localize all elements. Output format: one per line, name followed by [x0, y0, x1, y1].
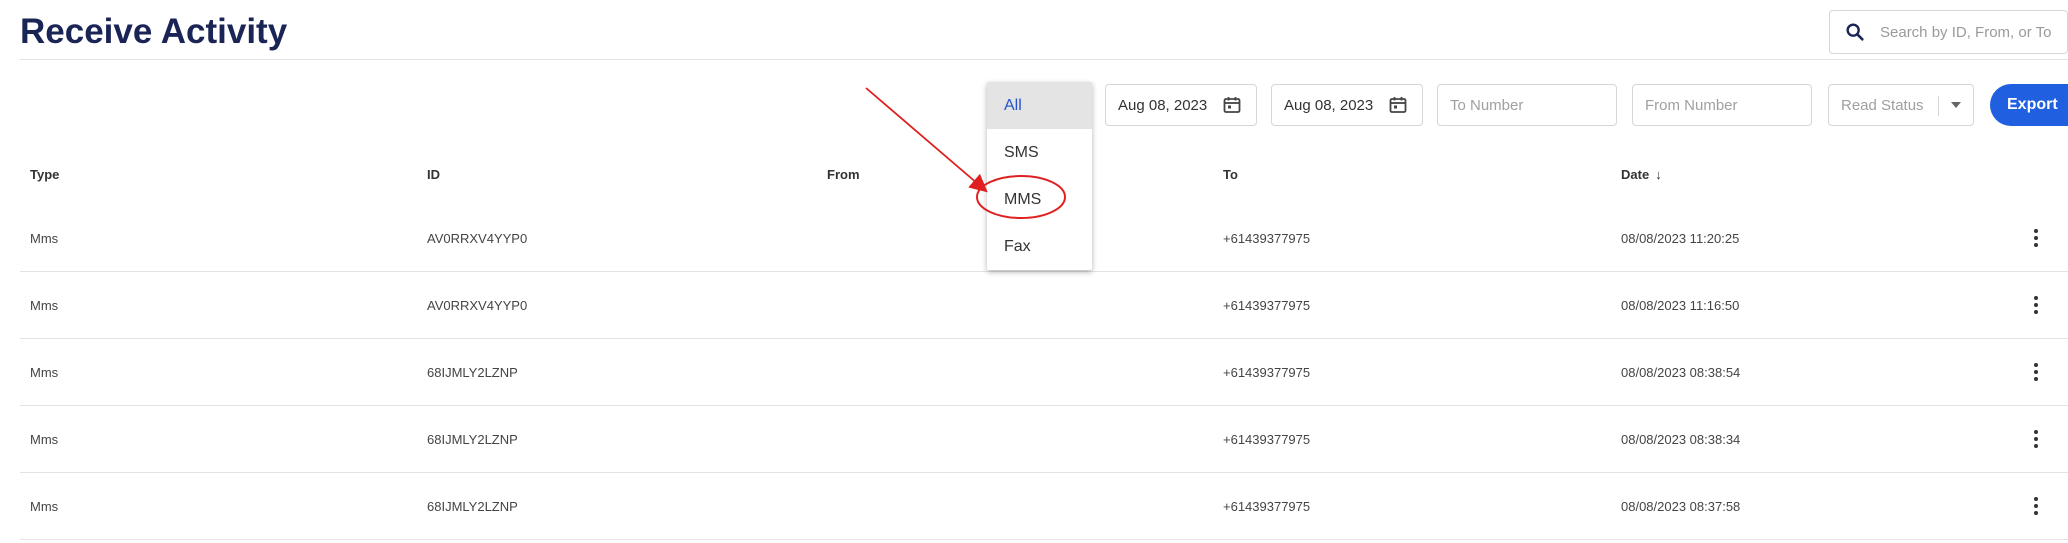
to-number-input[interactable]: [1450, 96, 1616, 114]
cell-id: AV0RRXV4YYP0: [427, 231, 528, 246]
cell-type: Mms: [30, 499, 59, 514]
cell-to: +61439377975: [1223, 231, 1311, 246]
search-input[interactable]: [1880, 23, 2068, 41]
title-divider: [20, 59, 2068, 60]
table-row[interactable]: Mms 68IJMLY2LZNP +61439377975 08/08/2023…: [20, 406, 2068, 473]
cell-date: 08/08/2023 08:37:58: [1621, 499, 1741, 514]
end-date-value: Aug 08, 2023: [1284, 96, 1374, 114]
start-date-value: Aug 08, 2023: [1118, 96, 1208, 114]
cell-to: +61439377975: [1223, 298, 1311, 313]
from-number-input[interactable]: [1645, 96, 1811, 114]
select-separator: [1938, 96, 1939, 116]
chevron-down-icon[interactable]: [1951, 102, 1961, 108]
cell-type: Mms: [30, 231, 59, 246]
cell-id: 68IJMLY2LZNP: [427, 432, 518, 447]
more-vertical-icon[interactable]: [2032, 296, 2040, 316]
end-date-field[interactable]: Aug 08, 2023: [1271, 84, 1423, 126]
type-dropdown-menu: All SMS MMS Fax: [987, 82, 1092, 270]
column-header-from[interactable]: From: [827, 167, 860, 182]
cell-to: +61439377975: [1223, 365, 1311, 380]
cell-id: 68IJMLY2LZNP: [427, 499, 518, 514]
cell-date: 08/08/2023 08:38:54: [1621, 365, 1741, 380]
more-vertical-icon[interactable]: [2032, 497, 2040, 517]
search-box[interactable]: [1829, 10, 2068, 54]
cell-date: 08/08/2023 11:20:25: [1621, 231, 1740, 246]
cell-type: Mms: [30, 298, 59, 313]
sort-down-arrow-icon[interactable]: ↓: [1655, 167, 1662, 182]
cell-id: AV0RRXV4YYP0: [427, 298, 528, 313]
cell-type: Mms: [30, 365, 59, 380]
table-row[interactable]: Mms 68IJMLY2LZNP +61439377975 08/08/2023…: [20, 473, 2068, 540]
column-header-id[interactable]: ID: [427, 167, 440, 182]
cell-date: 08/08/2023 11:16:50: [1621, 298, 1740, 313]
calendar-icon[interactable]: [1222, 95, 1242, 115]
page-title: Receive Activity: [20, 12, 288, 51]
calendar-icon[interactable]: [1388, 95, 1408, 115]
cell-date: 08/08/2023 08:38:34: [1621, 432, 1741, 447]
search-icon: [1846, 23, 1864, 41]
annotation-arrow: [865, 87, 988, 193]
cell-type: Mms: [30, 432, 59, 447]
more-vertical-icon[interactable]: [2032, 363, 2040, 383]
dropdown-option-mms[interactable]: MMS: [987, 176, 1092, 223]
more-vertical-icon[interactable]: [2032, 229, 2040, 249]
cell-to: +61439377975: [1223, 432, 1311, 447]
column-header-type[interactable]: Type: [30, 167, 59, 182]
column-header-date[interactable]: Date ↓: [1621, 167, 1662, 182]
dropdown-option-all[interactable]: All: [987, 82, 1092, 129]
read-status-select[interactable]: Read Status: [1828, 84, 1974, 126]
export-button[interactable]: Export: [1990, 84, 2068, 126]
dropdown-option-sms[interactable]: SMS: [987, 129, 1092, 176]
dropdown-option-fax[interactable]: Fax: [987, 223, 1092, 270]
more-vertical-icon[interactable]: [2032, 430, 2040, 450]
table-row[interactable]: Mms AV0RRXV4YYP0 +61439377975 08/08/2023…: [20, 272, 2068, 339]
to-number-field[interactable]: [1437, 84, 1617, 126]
from-number-field[interactable]: [1632, 84, 1812, 126]
cell-id: 68IJMLY2LZNP: [427, 365, 518, 380]
table-row[interactable]: Mms 68IJMLY2LZNP +61439377975 08/08/2023…: [20, 339, 2068, 406]
column-header-to[interactable]: To: [1223, 167, 1238, 182]
column-header-date-label: Date: [1621, 167, 1650, 182]
cell-to: +61439377975: [1223, 499, 1311, 514]
start-date-field[interactable]: Aug 08, 2023: [1105, 84, 1257, 126]
read-status-placeholder: Read Status: [1841, 96, 1924, 114]
